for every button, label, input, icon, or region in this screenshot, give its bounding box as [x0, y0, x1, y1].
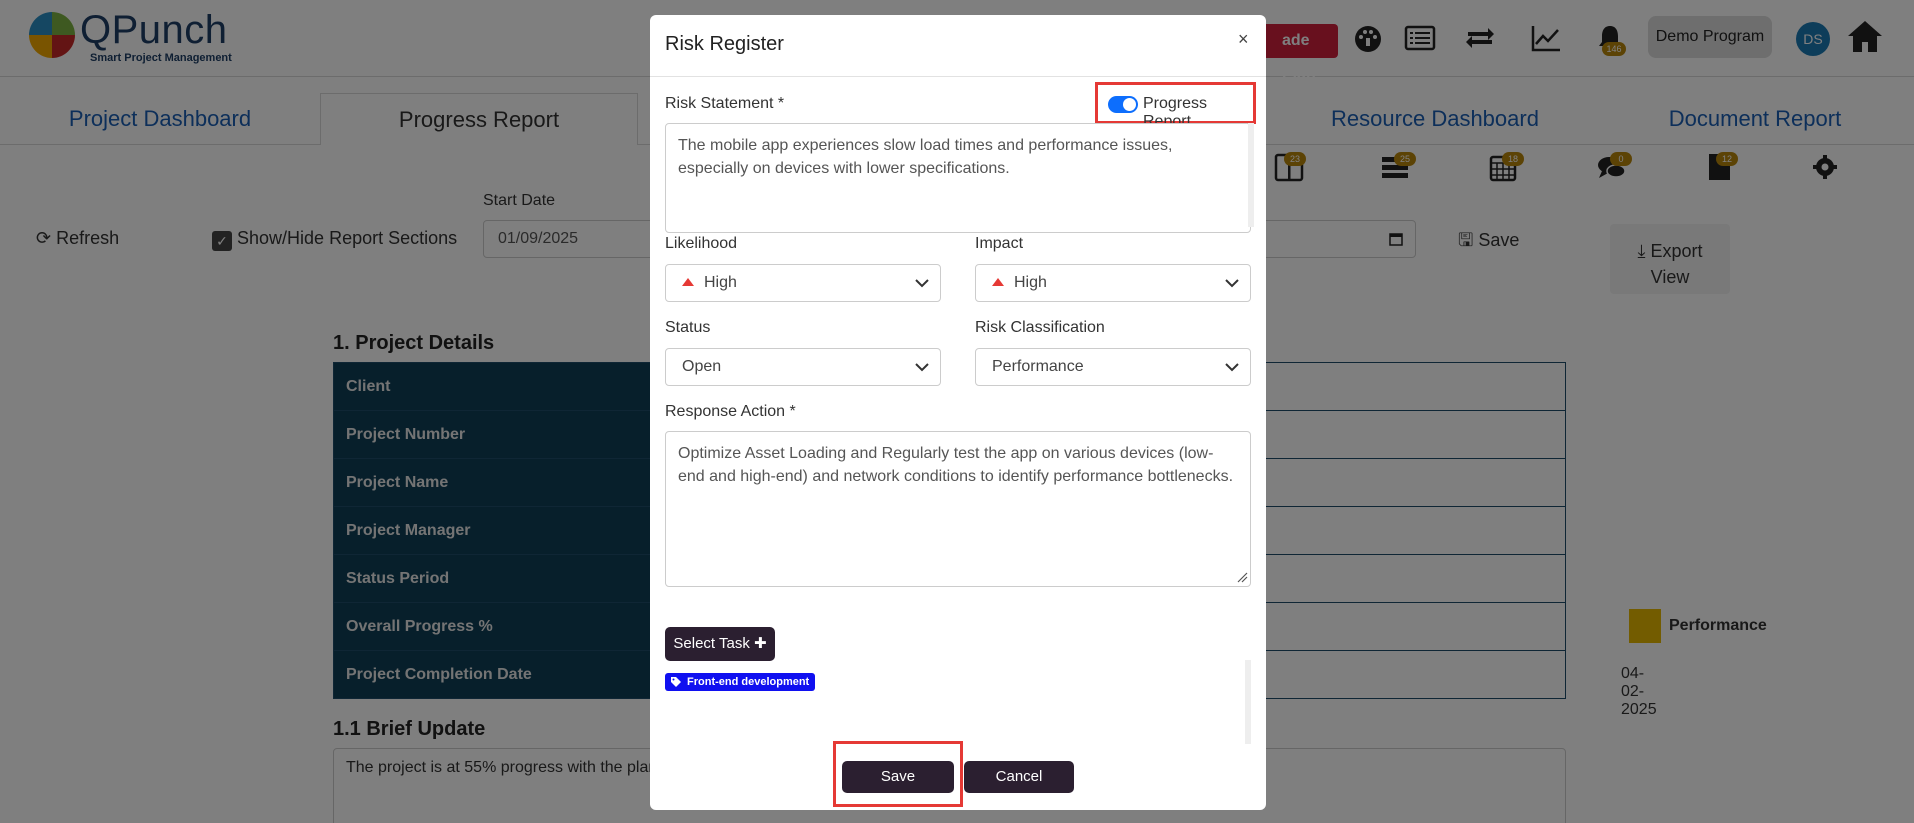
status-value: Open	[682, 358, 722, 375]
response-action-label: Response Action *	[665, 403, 796, 420]
risk-classification-select[interactable]: Performance	[975, 348, 1251, 386]
task-tag-label: Front-end development	[687, 676, 810, 688]
chevron-down-icon	[915, 363, 929, 372]
resize-handle-icon[interactable]	[1236, 571, 1248, 583]
task-list-scrollbar[interactable]	[1245, 660, 1251, 744]
likelihood-select[interactable]: High	[665, 264, 941, 302]
status-select[interactable]: Open	[665, 348, 941, 386]
save-button[interactable]: Save	[842, 761, 954, 793]
progress-report-toggle-highlight: Progress Report	[1095, 82, 1256, 130]
likelihood-label: Likelihood	[665, 235, 738, 252]
modal-title: Risk Register	[665, 33, 784, 55]
priority-up-icon	[682, 278, 694, 286]
impact-label: Impact	[975, 235, 1024, 252]
response-action-textarea[interactable]: Optimize Asset Loading and Regularly tes…	[665, 431, 1251, 587]
progress-report-toggle[interactable]	[1108, 96, 1138, 113]
risk-classification-value: Performance	[992, 358, 1084, 375]
likelihood-value: High	[704, 274, 737, 291]
risk-classification-label: Risk Classification	[975, 319, 1105, 336]
risk-statement-label: Risk Statement *	[665, 95, 785, 112]
modal-header: Risk Register ×	[650, 15, 1266, 77]
impact-select[interactable]: High	[975, 264, 1251, 302]
select-task-label: Select Task	[673, 635, 750, 652]
risk-register-modal: Risk Register × Risk Statement * Progres…	[650, 15, 1266, 810]
plus-icon: ✚	[754, 635, 767, 652]
risk-statement-scrollbar[interactable]	[1248, 123, 1254, 227]
tag-icon	[671, 677, 681, 687]
close-icon[interactable]: ×	[1238, 29, 1249, 50]
chevron-down-icon	[1225, 363, 1239, 372]
task-tag[interactable]: Front-end development	[665, 673, 816, 691]
risk-statement-textarea[interactable]: The mobile app experiences slow load tim…	[665, 123, 1251, 233]
chevron-down-icon	[915, 279, 929, 288]
status-label: Status	[665, 319, 711, 336]
impact-value: High	[1014, 274, 1047, 291]
priority-up-icon	[992, 278, 1004, 286]
cancel-button[interactable]: Cancel	[964, 761, 1074, 793]
chevron-down-icon	[1225, 279, 1239, 288]
select-task-button[interactable]: Select Task ✚	[665, 627, 775, 661]
